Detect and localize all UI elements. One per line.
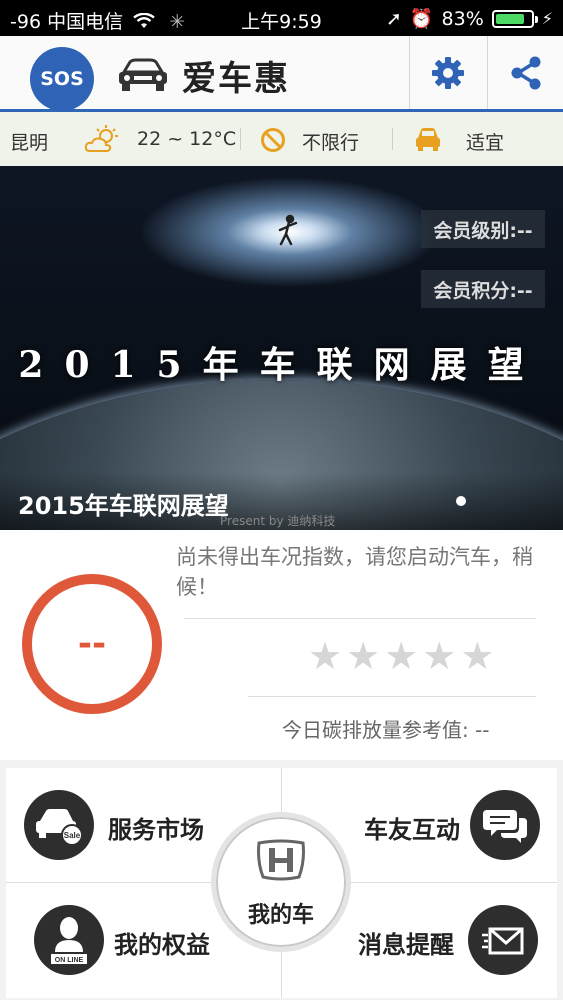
honda-logo-icon — [257, 839, 305, 881]
location-arrow-icon: ➚ — [385, 7, 402, 30]
member-points-badge: 会员积分:-- — [421, 270, 545, 308]
car-status-message: 尚未得出车况指数，请您启动汽车，稍候！ — [176, 545, 533, 599]
divider — [392, 128, 393, 150]
banner-watermark: Present by 迪纳科技 — [220, 514, 336, 528]
online-badge: ON LINE — [55, 957, 84, 964]
divider — [184, 618, 536, 619]
envelope-icon — [468, 905, 538, 975]
app-header: SOS 爱车惠 — [0, 36, 563, 112]
car-wash-index: 适宜 — [466, 132, 505, 154]
news-banner[interactable]: 会员级别:-- 会员积分:-- 2015年车联网展望 2015年车联网展望 Pr… — [0, 166, 563, 530]
battery-level — [495, 13, 524, 24]
sos-button[interactable]: SOS — [30, 47, 94, 111]
my-car-button[interactable]: 我的车 — [211, 812, 351, 952]
settings-button[interactable] — [409, 36, 486, 109]
divider — [240, 128, 241, 150]
status-bar: -96 中国电信 ✳ 上午9:59 ➚ ⏰ 83% ⚡ — [0, 0, 563, 36]
car-status-panel: -- 尚未得出车况指数，请您启动汽车，稍候！ ★ ★ ★ ★ ★ 今日碳排放量参考值: … — [0, 530, 563, 760]
banner-headline: 2015年车联网展望 — [18, 344, 545, 386]
carbon-emission-reference: 今日碳排放量参考值: -- — [282, 718, 490, 742]
my-car-label: 我的车 — [247, 903, 314, 928]
no-restriction-icon — [261, 128, 285, 152]
chat-bubbles-icon — [470, 790, 540, 860]
app-title: 爱车惠 — [182, 59, 290, 99]
my-rights-label: 我的权益 — [114, 931, 210, 959]
traffic-restriction: 不限行 — [302, 132, 360, 154]
battery-percent: 83% — [441, 7, 484, 30]
star-icon: ★ — [346, 634, 381, 678]
star-icon: ★ — [460, 634, 495, 678]
temperature-range: 22 ~ 12°C — [137, 128, 237, 150]
sale-badge: Sale — [64, 831, 81, 840]
feature-grid: Sale 服务市场 车友互动 ON LINE 我的权益 消息提醒 我的车 — [6, 768, 557, 998]
service-market-label: 服务市场 — [108, 816, 204, 844]
astronaut-figure — [278, 214, 298, 246]
messages-label: 消息提醒 — [358, 931, 454, 959]
car-condition-index-value: -- — [77, 624, 107, 664]
car-sale-icon: Sale — [24, 790, 94, 860]
star-rating: ★ ★ ★ ★ ★ — [308, 636, 494, 676]
share-icon — [511, 56, 541, 89]
car-wash-icon — [416, 128, 440, 151]
star-icon: ★ — [308, 634, 343, 678]
member-level-badge: 会员级别:-- — [421, 210, 545, 248]
partly-cloudy-icon — [84, 125, 118, 152]
car-condition-index-ring[interactable]: -- — [22, 574, 162, 714]
share-button[interactable] — [487, 36, 563, 109]
info-bar: 昆明 22 ~ 12°C 不限行 适宜 — [0, 112, 563, 166]
gear-icon — [432, 56, 464, 89]
alarm-icon: ⏰ — [409, 8, 434, 30]
battery-icon — [491, 9, 538, 28]
divider — [248, 696, 536, 697]
charging-icon: ⚡ — [541, 9, 553, 28]
online-service-icon: ON LINE — [34, 905, 104, 975]
carousel-page-indicator[interactable] — [456, 496, 466, 506]
city-label: 昆明 — [10, 132, 49, 154]
car-friends-label: 车友互动 — [364, 816, 460, 844]
car-front-icon — [119, 58, 167, 91]
banner-caption: 2015年车联网展望 — [18, 492, 229, 520]
star-icon: ★ — [384, 634, 419, 678]
star-icon: ★ — [422, 634, 457, 678]
